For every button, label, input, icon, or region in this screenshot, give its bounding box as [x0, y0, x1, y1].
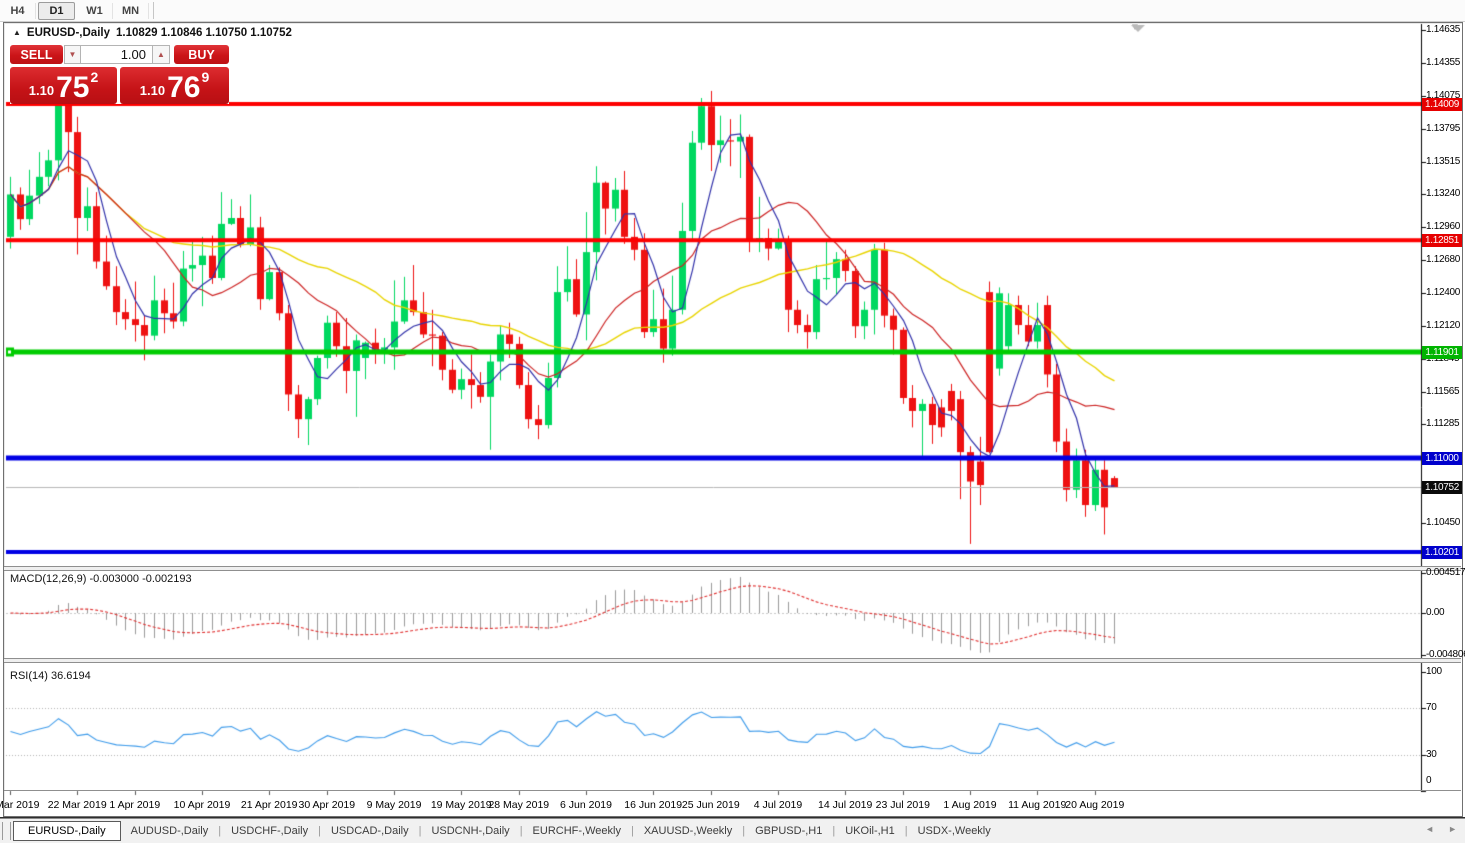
- date-label: 20 Aug 2019: [1065, 799, 1124, 811]
- buy-price-big: 76: [167, 75, 200, 101]
- date-label: 4 Jul 2019: [754, 799, 802, 811]
- tab-scroll-left-icon[interactable]: ◄: [1425, 824, 1434, 834]
- buy-button[interactable]: BUY: [174, 45, 229, 64]
- volume-decrease-button[interactable]: ▼: [64, 45, 81, 64]
- tab-eurusd-daily[interactable]: EURUSD-,Daily: [13, 821, 121, 841]
- date-label: 6 Jun 2019: [560, 799, 612, 811]
- sell-price-pip: 2: [90, 69, 98, 85]
- rsi-tick-label: 100: [1426, 666, 1442, 677]
- volume-input[interactable]: [81, 45, 153, 64]
- rsi-indicator-label: RSI(14) 36.6194: [10, 670, 91, 682]
- tab-usdcnh-daily[interactable]: USDCNH-,Daily: [421, 822, 519, 840]
- tab-ukoil-h1[interactable]: UKOil-,H1: [835, 822, 905, 840]
- macd-tick-label: 0.00: [1426, 607, 1444, 618]
- application-window: H4D1W1MN ▲ EURUSD-,Daily 1.10829 1.10846…: [0, 0, 1465, 843]
- date-label: 19 May 2019: [431, 799, 492, 811]
- price-badge: 1.12851: [1422, 234, 1462, 247]
- price-tick-label: 1.12960: [1426, 221, 1460, 232]
- tab-audusd-daily[interactable]: AUDUSD-,Daily: [121, 822, 219, 840]
- sell-price-big: 75: [56, 75, 89, 101]
- price-badge: 1.11901: [1422, 346, 1462, 359]
- price-tick-label: 1.13795: [1426, 123, 1460, 134]
- chart-tab-bar: EURUSD-,DailyAUDUSD-,Daily|USDCHF-,Daily…: [0, 817, 1465, 843]
- volume-increase-button[interactable]: ▲: [153, 45, 170, 64]
- price-tick-label: 1.14355: [1426, 57, 1460, 68]
- price-badge: 1.14009: [1422, 98, 1462, 111]
- price-badge: 1.10752: [1422, 481, 1462, 494]
- sell-price-prefix: 1.10: [29, 83, 54, 98]
- price-tick-label: 1.13515: [1426, 156, 1460, 167]
- sell-button[interactable]: SELL: [10, 45, 63, 64]
- price-tick-label: 1.12120: [1426, 320, 1460, 331]
- chart-shift-icon[interactable]: ▼: [1130, 22, 1140, 33]
- date-label: 22 Mar 2019: [48, 799, 107, 811]
- date-label: 30 Apr 2019: [298, 799, 355, 811]
- price-tick-label: 1.13240: [1426, 188, 1460, 199]
- buy-price-prefix: 1.10: [140, 83, 165, 98]
- sell-price-display[interactable]: 1.10 75 2: [10, 67, 117, 104]
- ohlc-marker-icon: ▲: [13, 28, 21, 37]
- date-label: 28 May 2019: [488, 799, 549, 811]
- price-badge: 1.10201: [1422, 546, 1462, 559]
- price-tick-label: 1.14635: [1426, 24, 1460, 35]
- date-label: 1 Apr 2019: [109, 799, 160, 811]
- tab-gbpusd-h1[interactable]: GBPUSD-,H1: [745, 822, 832, 840]
- date-label: 25 Jun 2019: [682, 799, 740, 811]
- rsi-pane-splitter[interactable]: [4, 658, 1461, 663]
- price-tick-label: 1.11565: [1426, 386, 1459, 397]
- chart-quote-values: 1.10829 1.10846 1.10750 1.10752: [116, 27, 292, 39]
- date-label: 21 Apr 2019: [241, 799, 298, 811]
- tab-list: EURUSD-,DailyAUDUSD-,Daily|USDCHF-,Daily…: [11, 821, 1001, 841]
- spinner-up-icon: ▲: [157, 50, 165, 59]
- price-tick-label: 1.11285: [1426, 418, 1459, 429]
- date-axis-separator: [4, 790, 1461, 791]
- buy-price-pip: 9: [201, 69, 209, 85]
- date-label: 9 May 2019: [367, 799, 422, 811]
- chart-symbol-label: EURUSD-,Daily: [27, 27, 110, 39]
- date-label: 1 Aug 2019: [943, 799, 996, 811]
- price-tick-label: 1.12680: [1426, 254, 1460, 265]
- price-tick-label: 1.10450: [1426, 517, 1460, 528]
- buy-price-display[interactable]: 1.10 76 9: [120, 67, 229, 104]
- chart-title: ▲ EURUSD-,Daily 1.10829 1.10846 1.10750 …: [13, 27, 292, 39]
- date-label: 14 Jul 2019: [818, 799, 872, 811]
- window-gripper-icon: [2, 822, 11, 840]
- date-label: 10 Apr 2019: [174, 799, 231, 811]
- rsi-tick-label: 30: [1426, 749, 1437, 760]
- tab-usdcad-daily[interactable]: USDCAD-,Daily: [321, 822, 419, 840]
- tab-xauusd-weekly[interactable]: XAUUSD-,Weekly: [634, 822, 742, 840]
- price-badge: 1.11000: [1422, 452, 1462, 465]
- rsi-tick-label: 70: [1426, 702, 1437, 713]
- chart-canvas[interactable]: [0, 0, 1465, 843]
- tab-usdx-weekly[interactable]: USDX-,Weekly: [908, 822, 1001, 840]
- macd-pane-splitter[interactable]: [4, 566, 1461, 571]
- tab-scroll-arrows: ◄ ►: [1425, 824, 1457, 834]
- spinner-down-icon: ▼: [69, 50, 77, 59]
- rsi-tick-label: 0: [1426, 775, 1431, 786]
- macd-tick-label: -0.004806: [1426, 649, 1465, 660]
- price-tick-label: 1.12400: [1426, 287, 1460, 298]
- date-label: 16 Jun 2019: [624, 799, 682, 811]
- macd-tick-label: 0.004517: [1426, 567, 1465, 578]
- tab-eurchf-weekly[interactable]: EURCHF-,Weekly: [523, 822, 631, 840]
- date-label: 13 Mar 2019: [0, 799, 39, 811]
- one-click-trading-panel: SELL ▼ ▲ BUY 1.10 75 2 1.10 76 9: [10, 44, 229, 104]
- macd-indicator-label: MACD(12,26,9) -0.003000 -0.002193: [10, 573, 192, 585]
- tab-usdchf-daily[interactable]: USDCHF-,Daily: [221, 822, 318, 840]
- date-label: 23 Jul 2019: [876, 799, 930, 811]
- tab-scroll-right-icon[interactable]: ►: [1448, 824, 1457, 834]
- date-label: 11 Aug 2019: [1008, 799, 1066, 811]
